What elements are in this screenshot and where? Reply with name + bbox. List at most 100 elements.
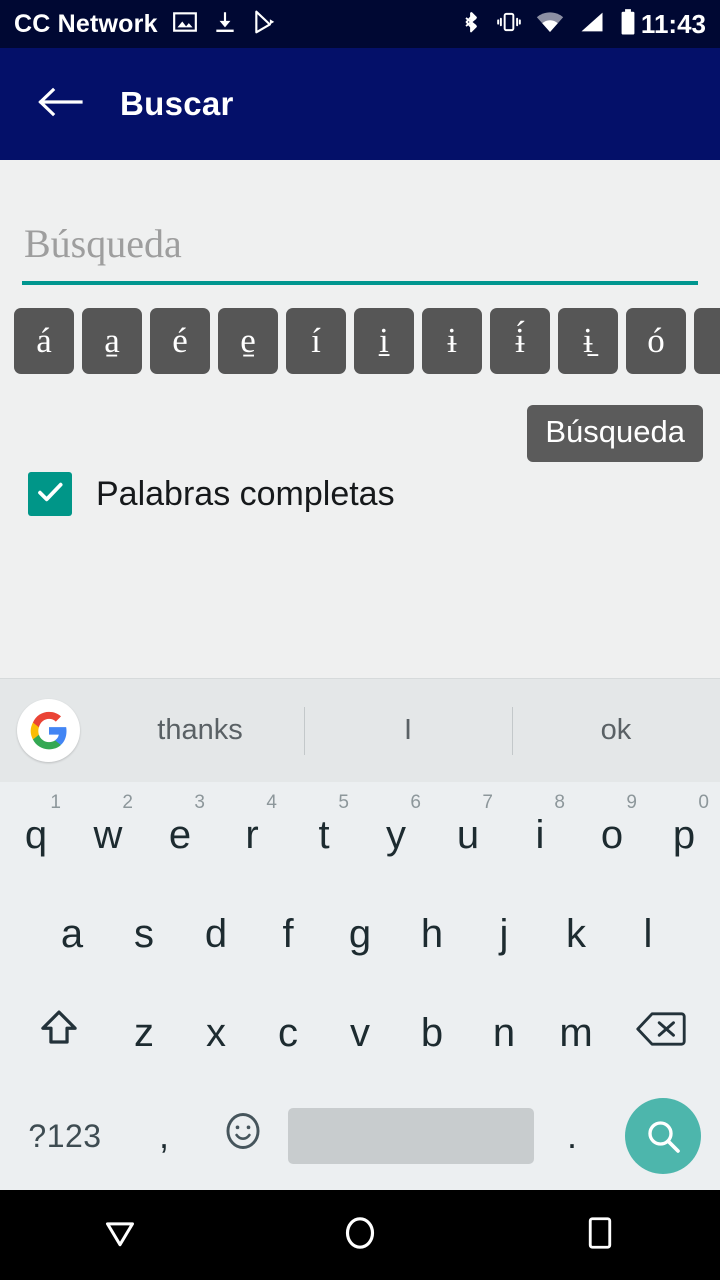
accent-key[interactable]: é xyxy=(150,308,210,374)
key-label: y xyxy=(386,813,406,857)
page-title: Buscar xyxy=(120,85,234,122)
status-bar: CC Network 11:43 xyxy=(0,0,720,48)
keyboard-row-1: 1q 2w 3e 4r 5t 6y 7u 8i 9o 0p xyxy=(0,786,720,885)
key-h[interactable]: h xyxy=(396,885,468,984)
key-x[interactable]: x xyxy=(180,984,252,1083)
accent-key[interactable]: ɨ xyxy=(422,308,482,374)
accent-key[interactable]: ɨ́ xyxy=(490,308,550,374)
soft-keyboard: thanks I ok 1q 2w 3e 4r 5t 6y 7u 8i 9o 0… xyxy=(0,678,720,1190)
key-f[interactable]: f xyxy=(252,885,324,984)
search-underline xyxy=(22,281,698,285)
period-key[interactable]: . xyxy=(536,1115,608,1157)
back-triangle-icon xyxy=(100,1213,140,1258)
key-e[interactable]: 3e xyxy=(144,786,216,885)
keyboard-row-3: z x c v b n m xyxy=(0,984,720,1083)
status-right-icons xyxy=(459,8,637,41)
accent-key-row: á a̱ é e̱ í i̱ ɨ ɨ́ ɨ̱ ó xyxy=(14,308,720,374)
symbols-key[interactable]: ?123 xyxy=(2,1118,128,1155)
accent-key-partial[interactable] xyxy=(694,308,720,374)
nav-recents-button[interactable] xyxy=(552,1190,648,1280)
key-hint: 7 xyxy=(482,792,493,813)
search-icon xyxy=(625,1098,701,1174)
search-field-wrapper xyxy=(22,220,698,285)
key-hint: 5 xyxy=(338,792,349,813)
key-c[interactable]: c xyxy=(252,984,324,1083)
google-g-icon[interactable] xyxy=(17,699,80,762)
bluetooth-icon xyxy=(459,9,483,40)
phone-screen: CC Network 11:43 Buscar Búsqueda á a̱ é … xyxy=(0,0,720,1280)
accent-key[interactable]: ó xyxy=(626,308,686,374)
back-button[interactable] xyxy=(34,78,86,130)
emoji-key[interactable] xyxy=(200,1109,286,1163)
key-r[interactable]: 4r xyxy=(216,786,288,885)
key-hint: 9 xyxy=(626,792,637,813)
image-icon xyxy=(172,9,198,40)
key-j[interactable]: j xyxy=(468,885,540,984)
key-label: t xyxy=(318,813,330,857)
whole-words-checkbox[interactable] xyxy=(28,472,72,516)
search-input[interactable] xyxy=(22,220,698,279)
accent-key[interactable]: í xyxy=(286,308,346,374)
suggestion-item[interactable]: I xyxy=(304,714,512,747)
shift-icon xyxy=(36,1006,82,1062)
key-s[interactable]: s xyxy=(108,885,180,984)
shift-key[interactable] xyxy=(10,984,108,1083)
suggestion-list: thanks I ok xyxy=(96,679,720,782)
spacebar xyxy=(288,1108,534,1164)
key-k[interactable]: k xyxy=(540,885,612,984)
key-label: i xyxy=(535,813,545,857)
key-hint: 4 xyxy=(266,792,277,813)
accent-key[interactable]: a̱ xyxy=(82,308,142,374)
key-v[interactable]: v xyxy=(324,984,396,1083)
key-q[interactable]: 1q xyxy=(0,786,72,885)
key-z[interactable]: z xyxy=(108,984,180,1083)
battery-icon xyxy=(619,8,637,41)
key-hint: 2 xyxy=(122,792,133,813)
key-label: w xyxy=(93,813,123,857)
key-hint: 8 xyxy=(554,792,565,813)
backspace-icon xyxy=(636,1009,686,1059)
status-left-icons xyxy=(172,9,278,40)
key-u[interactable]: 7u xyxy=(432,786,504,885)
app-bar: Buscar xyxy=(0,48,720,160)
keyboard-row-4: ?123 , . xyxy=(0,1083,720,1189)
key-a[interactable]: a xyxy=(36,885,108,984)
accent-key[interactable]: e̱ xyxy=(218,308,278,374)
recents-square-icon xyxy=(582,1213,618,1258)
key-grid: 1q 2w 3e 4r 5t 6y 7u 8i 9o 0p a s d f g … xyxy=(0,782,720,1189)
accent-key[interactable]: ɨ̱ xyxy=(558,308,618,374)
play-store-icon xyxy=(252,9,278,40)
nav-back-button[interactable] xyxy=(72,1190,168,1280)
nav-home-button[interactable] xyxy=(312,1190,408,1280)
suggestion-item[interactable]: thanks xyxy=(96,714,304,747)
key-b[interactable]: b xyxy=(396,984,468,1083)
key-n[interactable]: n xyxy=(468,984,540,1083)
system-nav-bar xyxy=(0,1190,720,1280)
key-i[interactable]: 8i xyxy=(504,786,576,885)
comma-key[interactable]: , xyxy=(128,1115,200,1157)
key-label: p xyxy=(672,813,696,857)
key-w[interactable]: 2w xyxy=(72,786,144,885)
whole-words-row[interactable]: Palabras completas xyxy=(28,472,395,516)
key-hint: 1 xyxy=(50,792,61,813)
home-circle-icon xyxy=(340,1213,380,1258)
key-label: r xyxy=(245,813,259,857)
key-y[interactable]: 6y xyxy=(360,786,432,885)
whole-words-label: Palabras completas xyxy=(96,474,395,513)
search-go-key[interactable] xyxy=(608,1098,718,1174)
key-o[interactable]: 9o xyxy=(576,786,648,885)
key-l[interactable]: l xyxy=(612,885,684,984)
key-d[interactable]: d xyxy=(180,885,252,984)
backspace-key[interactable] xyxy=(612,984,710,1083)
key-m[interactable]: m xyxy=(540,984,612,1083)
accent-key[interactable]: á xyxy=(14,308,74,374)
signal-icon xyxy=(578,9,606,40)
key-label: u xyxy=(456,813,480,857)
key-g[interactable]: g xyxy=(324,885,396,984)
keyboard-row-2: a s d f g h j k l xyxy=(0,885,720,984)
accent-key[interactable]: i̱ xyxy=(354,308,414,374)
key-t[interactable]: 5t xyxy=(288,786,360,885)
key-p[interactable]: 0p xyxy=(648,786,720,885)
suggestion-item[interactable]: ok xyxy=(512,714,720,747)
space-key[interactable] xyxy=(286,1108,536,1164)
